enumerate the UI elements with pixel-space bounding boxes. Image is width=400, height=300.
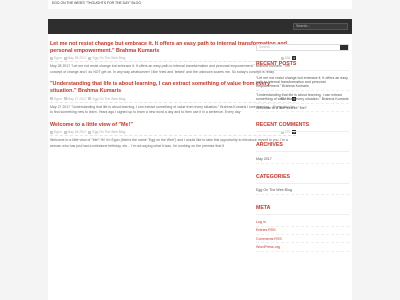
post-date: May 28 2017 [67,56,87,61]
post-meta-left: Egon May 25 2017 Egg On The Web Blog [50,130,125,134]
content-area: Let me not resist change but embrace it.… [48,34,352,300]
post-date: May 27 2017 [67,96,87,101]
recent-post-link[interactable]: "Understanding that life is about learni… [256,91,349,105]
categories-list: Egg On The Web Blog [256,187,349,196]
post-date: May 25 2017 [67,130,87,135]
sidebar: Search ... RECENT POSTS "Let me not resi… [256,44,349,252]
header-search-input[interactable]: Search... [293,23,348,30]
post-category[interactable]: Egg On The Web Blog [92,130,125,134]
post-author[interactable]: Egon [54,56,62,60]
user-icon [50,56,53,60]
user-icon [50,130,53,134]
sidebar-search-placeholder: Search ... [259,45,274,49]
post-category[interactable]: Egg On The Web Blog [92,56,125,60]
folder-icon [88,97,92,101]
recent-posts-heading: RECENT POSTS [256,61,349,71]
comments-rss-link[interactable]: Comments RSS [256,235,349,244]
meta-heading: META [256,205,349,216]
recent-posts-list: "Let me not resist change but embrace it… [256,74,349,113]
post-author[interactable]: Egon [54,130,62,134]
calendar-icon [63,97,67,101]
wordpress-org-link[interactable]: WordPress.org [256,243,349,252]
categories-heading: CATEGORIES [256,174,349,184]
user-icon [50,97,53,101]
recent-post-link[interactable]: Welcome to a little view of "Me!" [256,104,349,113]
site-title[interactable]: Egg On The Web's "Thoughts For The Day" … [52,1,141,5]
folder-icon [88,130,92,134]
nav-bar: Search... [48,19,352,34]
login-link[interactable]: Log in [256,218,349,227]
meta-links-list: Log in Entries RSS Comments RSS WordPres… [256,218,349,252]
category-link[interactable]: Egg On The Web Blog [256,187,349,196]
recent-comments-heading: RECENT COMMENTS [256,122,349,133]
post-meta-left: Egon May 27 2017 Egg On The Web Blog [50,97,125,101]
top-bar: Egg On The Web's "Thoughts For The Day" … [48,0,352,9]
entries-rss-link[interactable]: Entries RSS [256,227,349,236]
sidebar-search-input[interactable]: Search ... [256,44,349,51]
search-button[interactable] [340,45,348,50]
post-meta-left: Egon May 28 2017 Egg On The Web Blog [50,56,125,60]
calendar-icon [63,56,67,60]
post-author[interactable]: Egon [54,97,62,101]
archives-heading: ARCHIVES [256,142,349,153]
recent-post-link[interactable]: "Let me not resist change but embrace it… [256,74,349,92]
folder-icon [88,56,92,60]
calendar-icon [63,130,67,134]
archives-list: May 2017 [256,155,349,164]
post-category[interactable]: Egg On The Web Blog [92,97,125,101]
archive-link[interactable]: May 2017 [256,155,349,164]
